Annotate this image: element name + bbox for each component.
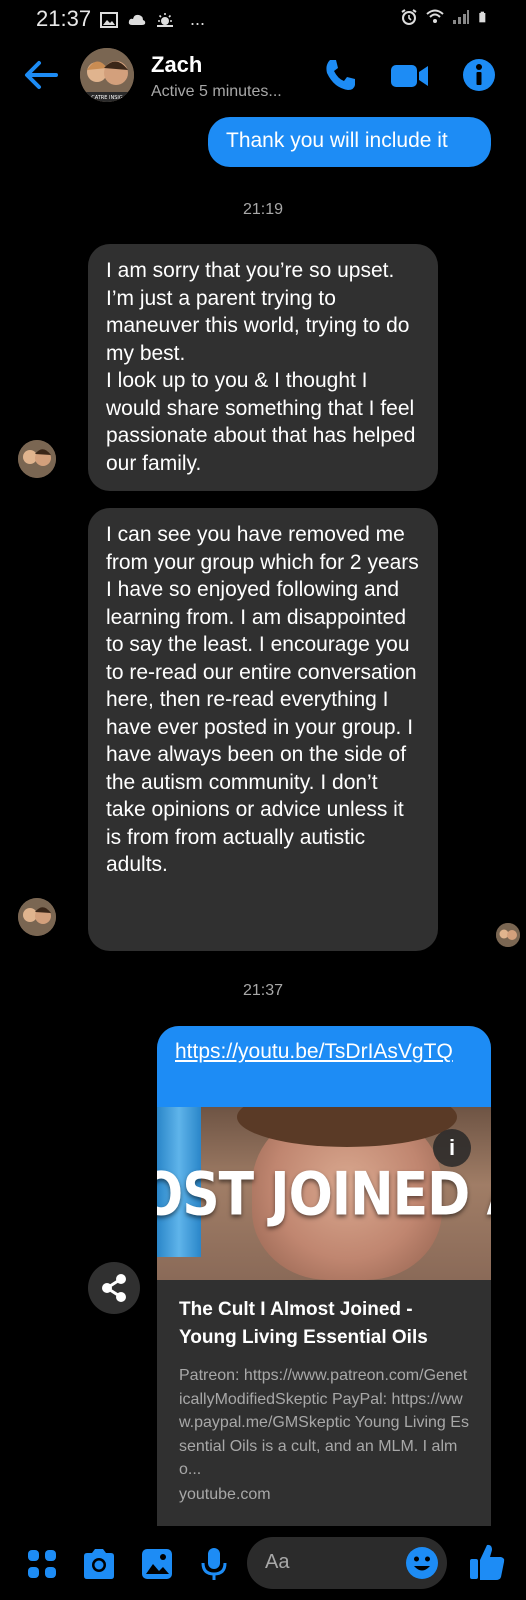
thumbs-up-icon[interactable] bbox=[468, 1542, 506, 1582]
avatar-photo bbox=[18, 898, 56, 936]
link-title[interactable]: The Cult I Almost Joined - Young Living … bbox=[179, 1296, 469, 1352]
message-input-placeholder: Aa bbox=[265, 1551, 290, 1573]
outgoing-message[interactable]: Thank you will include it bbox=[208, 117, 491, 167]
alarm-icon bbox=[401, 9, 417, 25]
info-glyph: i bbox=[448, 1135, 456, 1160]
incoming-message[interactable]: I am sorry that you’re so upset. I’m jus… bbox=[88, 244, 438, 491]
video-icon[interactable] bbox=[390, 60, 430, 92]
contact-avatar[interactable]: CATRE INSIG bbox=[80, 48, 134, 102]
camera-icon[interactable] bbox=[81, 1546, 117, 1582]
message-input[interactable]: Aa bbox=[247, 1537, 447, 1589]
avatar-photo bbox=[496, 923, 520, 947]
link-url-section: https://youtu.be/TsDrIAsVgTQ bbox=[157, 1026, 491, 1107]
cloud-icon bbox=[128, 14, 146, 25]
image-icon bbox=[100, 11, 118, 28]
message-composer: Aa bbox=[0, 1530, 526, 1600]
sender-avatar[interactable] bbox=[18, 440, 56, 478]
phone-icon[interactable] bbox=[322, 57, 358, 93]
incoming-message[interactable]: I can see you have removed me from your … bbox=[88, 508, 438, 951]
link-description: Patreon: https://www.patreon.com/Genetic… bbox=[179, 1367, 469, 1478]
svg-text:CATRE INSIG: CATRE INSIG bbox=[91, 95, 123, 101]
status-time: 21:37 bbox=[36, 6, 92, 31]
timestamp: 21:37 bbox=[242, 982, 284, 999]
status-overflow: ... bbox=[190, 9, 206, 29]
contact-name[interactable]: Zach bbox=[151, 52, 202, 78]
apps-icon[interactable] bbox=[24, 1546, 60, 1582]
weather-icon bbox=[157, 12, 173, 27]
thumbnail-caption: OST JOINED A CU bbox=[157, 1160, 491, 1230]
link-url[interactable]: https://youtu.be/TsDrIAsVgTQ bbox=[175, 1040, 453, 1063]
seen-indicator-avatar bbox=[496, 923, 520, 947]
contact-status: Active 5 minutes... bbox=[151, 83, 282, 100]
wifi-icon bbox=[426, 9, 444, 23]
message-text: Thank you will include it bbox=[226, 129, 448, 152]
emoji-icon[interactable] bbox=[405, 1546, 439, 1580]
avatar-photo bbox=[18, 440, 56, 478]
signal-icon bbox=[453, 10, 469, 24]
share-button[interactable] bbox=[88, 1262, 140, 1314]
share-icon bbox=[102, 1274, 126, 1302]
back-arrow-icon[interactable] bbox=[22, 56, 60, 94]
info-icon[interactable] bbox=[462, 58, 496, 92]
thumbnail-info-icon[interactable]: i bbox=[433, 1129, 471, 1167]
link-details: The Cult I Almost Joined - Young Living … bbox=[157, 1280, 491, 1504]
link-preview-message[interactable]: https://youtu.be/TsDrIAsVgTQ OST JOINED … bbox=[157, 1026, 491, 1526]
video-thumbnail[interactable]: OST JOINED A CU i bbox=[157, 1107, 491, 1280]
link-domain: youtube.com bbox=[179, 1485, 271, 1503]
sender-avatar[interactable] bbox=[18, 898, 56, 936]
microphone-icon[interactable] bbox=[196, 1546, 232, 1582]
gallery-icon[interactable] bbox=[139, 1546, 175, 1582]
battery-icon bbox=[479, 11, 486, 23]
conversation-header: CATRE INSIG Zach Active 5 minutes... bbox=[0, 40, 526, 114]
status-icons-right bbox=[400, 9, 490, 25]
status-bar: 21:37 ... bbox=[0, 0, 526, 36]
timestamp: 21:19 bbox=[242, 201, 284, 218]
status-icons-left: ... bbox=[100, 9, 205, 30]
avatar-photo: CATRE INSIG bbox=[80, 48, 134, 102]
